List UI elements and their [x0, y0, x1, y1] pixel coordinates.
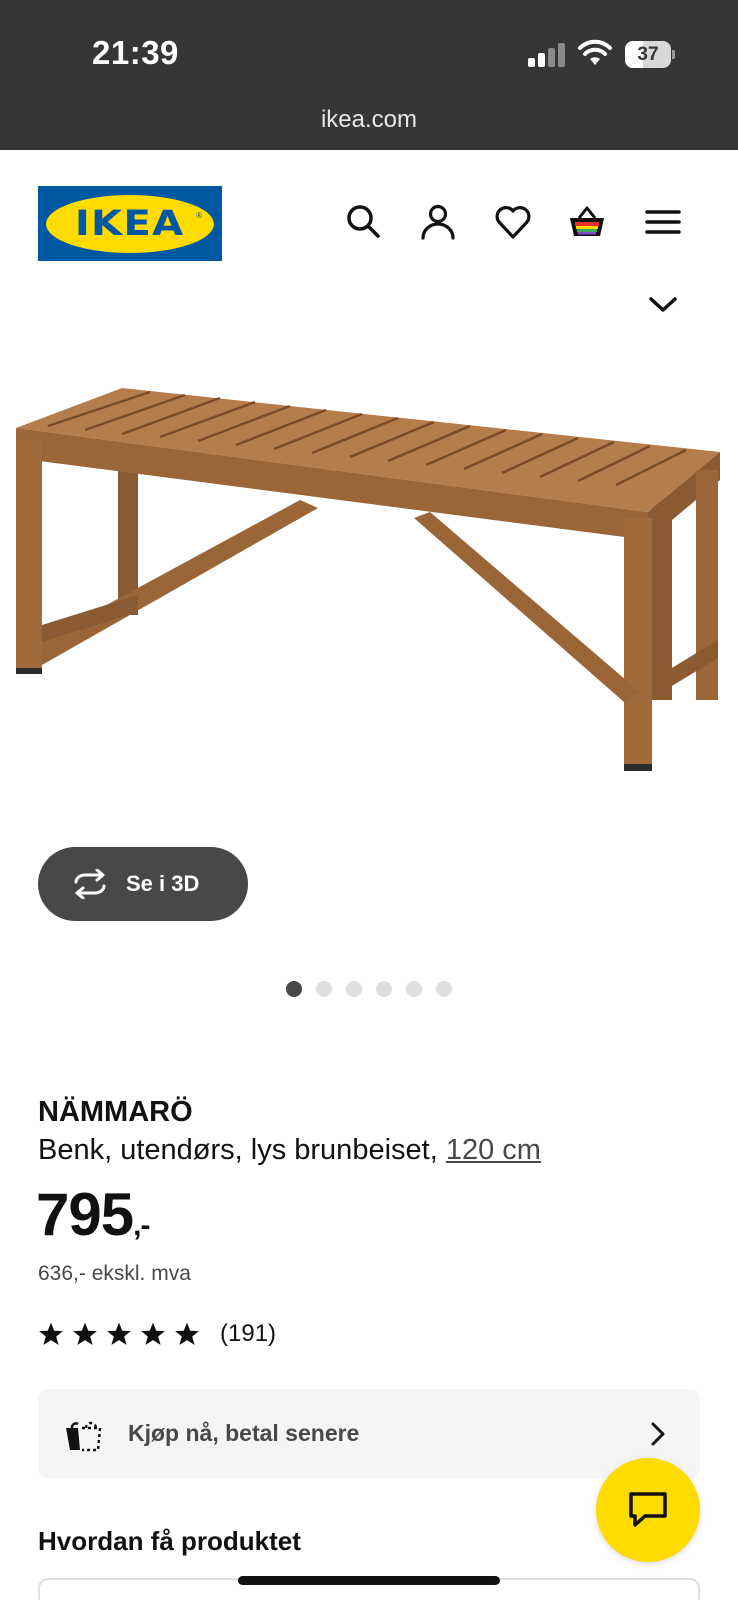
pagination-dot-1[interactable]	[286, 981, 302, 997]
chat-button[interactable]	[596, 1458, 700, 1562]
battery-icon: 37	[625, 41, 675, 68]
menu-icon[interactable]	[643, 202, 683, 242]
star-icon	[141, 1322, 165, 1345]
how-to-get-heading: Hvordan få produktet	[38, 1526, 301, 1556]
pagination-dot-4[interactable]	[376, 981, 392, 997]
logo-text: IKEA	[75, 203, 185, 244]
battery-level: 37	[637, 44, 659, 65]
account-icon[interactable]	[418, 202, 458, 242]
bnpl-label: Kjøp nå, betal senere	[128, 1420, 360, 1446]
url-bar[interactable]: ikea.com	[0, 106, 738, 134]
star-icon	[39, 1322, 63, 1345]
chat-icon	[629, 1492, 667, 1527]
product-image[interactable]	[0, 340, 738, 850]
price-ex-vat: 636,- ekskl. mva	[38, 1262, 191, 1285]
chevron-right-icon	[651, 1422, 665, 1446]
product-price: 795,-	[36, 1180, 150, 1249]
pagination-dot-6[interactable]	[436, 981, 452, 997]
product-size-link[interactable]: 120 cm	[446, 1134, 541, 1166]
buy-now-pay-later-banner[interactable]: Kjøp nå, betal senere	[38, 1389, 700, 1478]
star-icon	[107, 1322, 131, 1345]
product-description: Benk, utendørs, lys brunbeiset, 120 cm	[38, 1134, 541, 1167]
star-icon	[175, 1322, 199, 1345]
chevron-down-icon[interactable]	[647, 293, 679, 317]
product-rating[interactable]: (191)	[38, 1320, 276, 1348]
price-value: 795	[36, 1181, 134, 1248]
image-pagination	[286, 981, 452, 997]
pagination-dot-3[interactable]	[346, 981, 362, 997]
review-count[interactable]: (191)	[220, 1320, 276, 1348]
star-icon	[73, 1322, 97, 1345]
pagination-dot-2[interactable]	[316, 981, 332, 997]
status-time: 21:39	[92, 34, 179, 71]
heart-icon[interactable]	[493, 202, 533, 242]
home-indicator	[238, 1576, 500, 1585]
price-suffix: ,-	[133, 1209, 150, 1242]
cart-icon[interactable]	[567, 202, 607, 242]
cellular-signal-icon	[528, 43, 565, 67]
view-in-3d-label: Se i 3D	[126, 871, 200, 896]
status-bar: 21:39 37 ikea.com	[0, 0, 738, 150]
product-description-text: Benk, utendørs, lys brunbeiset,	[38, 1134, 438, 1166]
view-in-3d-button[interactable]: Se i 3D	[38, 847, 248, 921]
search-icon[interactable]	[344, 202, 384, 242]
product-name: NÄMMARÖ	[38, 1096, 193, 1128]
rotate-3d-icon	[74, 869, 106, 899]
wifi-icon	[578, 39, 612, 65]
ikea-logo[interactable]: IKEA ®	[38, 186, 222, 261]
shopping-bag-icon	[66, 1421, 102, 1451]
pagination-dot-5[interactable]	[406, 981, 422, 997]
